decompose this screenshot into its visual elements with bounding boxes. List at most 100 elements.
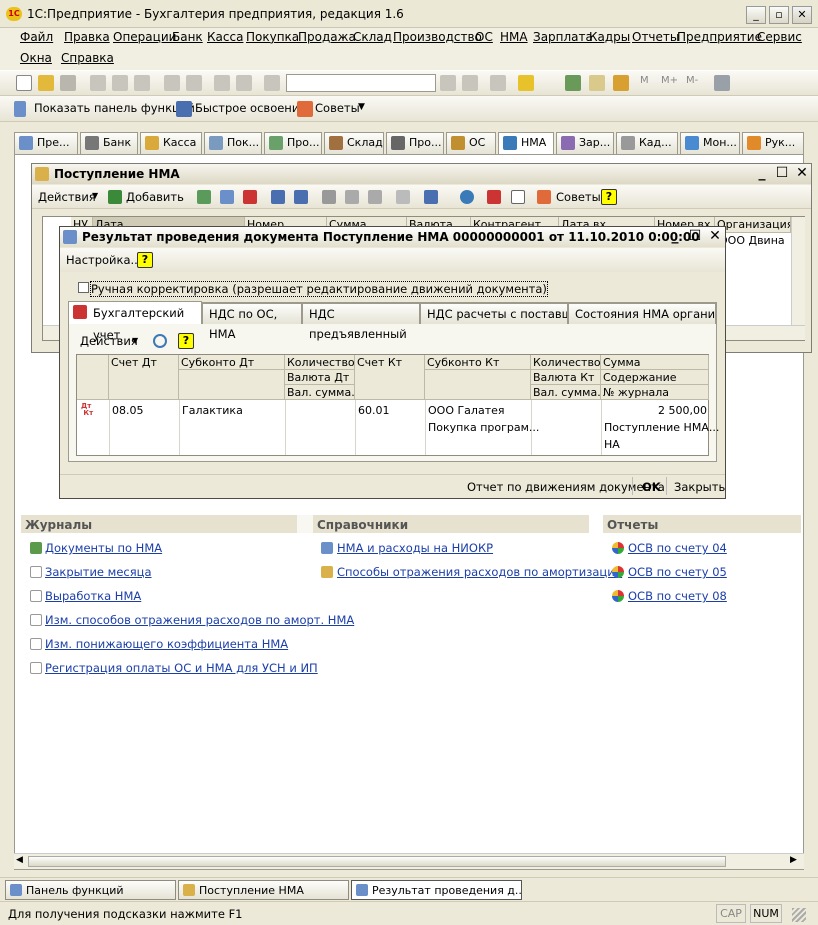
col-val-kt[interactable]: Вал. сумма... [531, 385, 601, 400]
redo-icon[interactable] [236, 75, 252, 91]
open-icon[interactable] [38, 75, 54, 91]
manual-correction-checkbox[interactable] [78, 282, 89, 293]
entries-actions-dropdown-icon[interactable]: ▼ [132, 336, 138, 345]
print-icon[interactable] [164, 75, 180, 91]
filter-list-icon[interactable] [345, 190, 359, 204]
task-functions-panel[interactable]: Панель функций [5, 880, 176, 900]
menu-hr[interactable]: Кадры [589, 30, 630, 44]
cell-content[interactable]: Поступление НМА... [604, 421, 719, 434]
edit-row-icon[interactable] [220, 190, 234, 204]
scroll-right-icon[interactable]: ▶ [790, 855, 802, 868]
help-icon[interactable]: ? [137, 252, 153, 268]
paste-icon[interactable] [134, 75, 150, 91]
menu-warehouse[interactable]: Склад [353, 30, 392, 44]
tips-dropdown-icon[interactable]: ▼ [358, 102, 365, 112]
preview-icon[interactable] [186, 75, 202, 91]
find-icon[interactable] [264, 75, 280, 91]
tab-sales[interactable]: Про... [264, 132, 322, 154]
menu-windows[interactable]: Окна [20, 51, 52, 65]
tab-vat-os[interactable]: НДС по ОС, НМА [202, 303, 302, 341]
copy-icon[interactable] [112, 75, 128, 91]
manual-correction-label[interactable]: Ручная корректировка (разрешает редактир… [90, 281, 548, 297]
result-maximize-button[interactable]: ☐ [686, 228, 704, 245]
link-osv-08[interactable]: ОСВ по счету 08 [628, 589, 727, 603]
col-cur-dt[interactable]: Валюта Дт [285, 370, 355, 385]
close-result-button[interactable]: Закрыть [674, 480, 725, 494]
help-icon[interactable]: ? [178, 333, 194, 349]
link-osv-04[interactable]: ОСВ по счету 04 [628, 541, 727, 555]
cell-journal[interactable]: НА [604, 438, 620, 451]
resize-grip-icon[interactable] [792, 908, 806, 922]
filter-clear-icon[interactable] [396, 190, 410, 204]
result-close-button[interactable]: ✕ [706, 228, 724, 245]
filter-set-icon[interactable] [368, 190, 382, 204]
quick-learning-button[interactable]: Быстрое освоение [195, 101, 306, 115]
menu-purchase[interactable]: Покупка [246, 30, 299, 44]
actions-dropdown-icon[interactable]: ▼ [92, 191, 98, 200]
calendar-icon[interactable] [589, 75, 605, 91]
entries-actions-button[interactable]: Действия [80, 334, 138, 348]
col-acc-dt[interactable]: Счет Дт [109, 355, 179, 400]
cell-sub-kt-1[interactable]: ООО Галатея [428, 404, 504, 417]
tab-salary[interactable]: Зар... [556, 132, 614, 154]
cut-icon[interactable] [90, 75, 106, 91]
refresh-icon[interactable] [271, 190, 285, 204]
windows-icon[interactable] [490, 75, 506, 91]
maximize-button[interactable]: ▫ [769, 6, 789, 24]
tab-vat-suppliers[interactable]: НДС расчеты с поставщ... [420, 303, 568, 324]
menu-enterprise[interactable]: Предприятие [677, 30, 762, 44]
window-close-button[interactable]: ✕ [793, 165, 811, 182]
add-button[interactable]: Добавить [126, 190, 184, 204]
col-qty-dt[interactable]: Количество... [285, 355, 355, 370]
link-change-coefficient[interactable]: Изм. понижающего коэффициента НМА [45, 637, 288, 651]
help-icon[interactable]: ? [601, 189, 617, 205]
tab-bank[interactable]: Банк [80, 132, 138, 154]
window-maximize-button[interactable]: ☐ [773, 165, 791, 182]
link-nma-niokr[interactable]: НМА и расходы на НИОКР [337, 541, 493, 555]
document-list-icon[interactable] [511, 190, 525, 204]
row-organization[interactable]: ООО Двина [719, 234, 785, 247]
tab-hr[interactable]: Кад... [616, 132, 678, 154]
menu-production[interactable]: Производство [393, 30, 482, 44]
find-row-icon[interactable] [294, 190, 308, 204]
tab-accounting[interactable]: Бухгалтерский учет [68, 301, 202, 342]
col-qty-kt[interactable]: Количество... [531, 355, 601, 370]
cell-sub-dt[interactable]: Галактика [182, 404, 243, 417]
result-minimize-button[interactable]: _ [666, 228, 684, 245]
search-input[interactable] [286, 74, 436, 92]
menu-sales[interactable]: Продажа [298, 30, 356, 44]
link-payment-registration[interactable]: Регистрация оплаты ОС и НМА для УСН и ИП [45, 661, 318, 675]
menu-edit[interactable]: Правка [64, 30, 110, 44]
tab-nma[interactable]: НМА [498, 132, 554, 155]
link-amort-methods[interactable]: Способы отражения расходов по амортизаци… [337, 565, 622, 579]
calculator-icon[interactable] [565, 75, 581, 91]
memory-m-icon[interactable]: M [640, 75, 656, 91]
menu-reports[interactable]: Отчеты [632, 30, 679, 44]
menu-salary[interactable]: Зарплата [533, 30, 593, 44]
link-nma-documents[interactable]: Документы по НМА [45, 541, 162, 555]
menu-operations[interactable]: Операции [113, 30, 176, 44]
cell-sum[interactable]: 2 500,00 [603, 404, 707, 417]
tips-button[interactable]: Советы [556, 190, 601, 204]
task-result-window[interactable]: Результат проведения д...:00 [351, 880, 522, 900]
scroll-left-icon[interactable]: ◀ [16, 855, 28, 868]
menu-bank[interactable]: Банк [172, 30, 203, 44]
show-functions-panel-button[interactable]: Показать панель функций [34, 101, 195, 115]
vertical-scrollbar[interactable] [791, 217, 805, 325]
menu-nma[interactable]: НМА [500, 30, 528, 44]
copy-row-icon[interactable] [197, 190, 211, 204]
undo-icon[interactable] [214, 75, 230, 91]
tab-reference[interactable]: Пре... [14, 132, 78, 154]
menu-os[interactable]: ОС [475, 30, 493, 44]
col-cur-kt[interactable]: Валюта Кт [531, 370, 601, 385]
link-nma-output[interactable]: Выработка НМА [45, 589, 141, 603]
ok-button[interactable]: OK [642, 480, 661, 494]
actions-menu-button[interactable]: Действия [38, 190, 96, 204]
menu-help[interactable]: Справка [61, 51, 114, 65]
link-change-amort-methods[interactable]: Изм. способов отражения расходов по амор… [45, 613, 354, 627]
memory-plus-icon[interactable]: M+ [661, 75, 678, 91]
col-sub-dt[interactable]: Субконто Дт [179, 355, 285, 370]
filter-icon[interactable] [322, 190, 336, 204]
find-prev-icon[interactable] [440, 75, 456, 91]
minimize-button[interactable]: _ [746, 6, 766, 24]
